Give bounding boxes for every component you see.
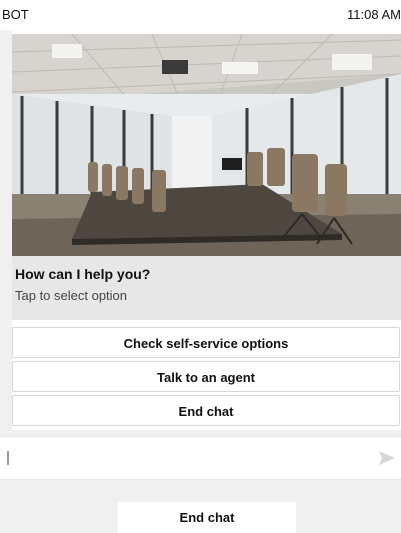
prompt-section: How can I help you? Tap to select option [12, 256, 401, 320]
option-talk-agent-button[interactable]: Talk to an agent [12, 361, 400, 392]
status-time: 11:08 AM [347, 7, 401, 22]
send-arrow-icon[interactable] [377, 448, 397, 468]
prompt-subtitle: Tap to select option [15, 288, 128, 303]
text-cursor [7, 451, 9, 465]
option-end-chat-button[interactable]: End chat [12, 395, 400, 426]
status-carrier: BOT [2, 7, 29, 22]
prompt-title: How can I help you? [15, 266, 151, 282]
bot-message-card: How can I help you? Tap to select option… [12, 30, 401, 430]
option-self-service-button[interactable]: Check self-service options [12, 327, 400, 358]
message-composer[interactable] [0, 436, 401, 480]
status-bar: BOT 11:08 AM [0, 0, 401, 30]
end-chat-button[interactable]: End chat [118, 502, 296, 533]
conference-room-image [12, 34, 401, 256]
